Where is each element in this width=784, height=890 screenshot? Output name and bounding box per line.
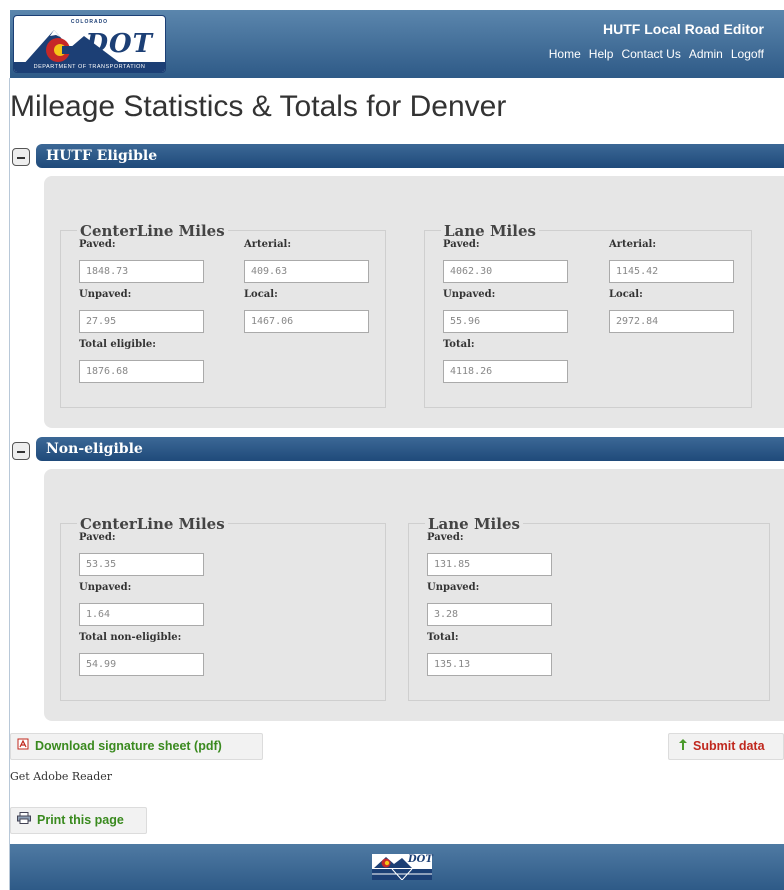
eligible-cl-total-label: Total eligible:: [79, 339, 156, 350]
eligible-collapse-icon[interactable]: [12, 148, 30, 166]
eligible-lane-arterial-label: Arterial:: [609, 239, 657, 250]
eligible-lane-total-label: Total:: [443, 339, 475, 350]
app-title: HUTF Local Road Editor: [603, 21, 764, 37]
logo-bottom-text: DEPARTMENT OF TRANSPORTATION: [14, 62, 165, 72]
noneligible-collapse-icon[interactable]: [12, 442, 30, 460]
eligible-cl-unpaved-label: Unpaved:: [79, 289, 132, 300]
noneligible-lane-total-field[interactable]: 135.13: [427, 653, 552, 676]
eligible-cl-total-field[interactable]: 1876.68: [79, 360, 204, 383]
noneligible-cl-unpaved-label: Unpaved:: [79, 582, 132, 593]
eligible-lane-local-label: Local:: [609, 289, 643, 300]
eligible-section-header[interactable]: HUTF Eligible: [36, 144, 784, 168]
noneligible-lane-legend: Lane Miles: [425, 515, 523, 533]
nav-help[interactable]: Help: [589, 47, 614, 61]
footer-logo-text: DOT: [408, 854, 433, 865]
site-footer: DOT: [10, 844, 784, 890]
main-nav: Home Help Contact Us Admin Logoff: [549, 47, 764, 61]
noneligible-cl-total-field[interactable]: 54.99: [79, 653, 204, 676]
eligible-cl-local-field[interactable]: 1467.06: [244, 310, 369, 333]
get-adobe-reader-link[interactable]: Get Adobe Reader: [10, 770, 112, 783]
eligible-cl-local-label: Local:: [244, 289, 278, 300]
noneligible-cl-paved-label: Paved:: [79, 532, 116, 543]
eligible-lane-local-field[interactable]: 2972.84: [609, 310, 734, 333]
noneligible-lane-total-label: Total:: [427, 632, 459, 643]
noneligible-lane-paved-field[interactable]: 131.85: [427, 553, 552, 576]
eligible-lane-group: Lane Miles Paved: 4062.30 Arterial: 1145…: [424, 222, 752, 408]
pdf-icon: [17, 734, 29, 759]
arrow-up-icon: [679, 734, 687, 759]
nav-home[interactable]: Home: [549, 47, 581, 61]
eligible-lane-unpaved-field[interactable]: 55.96: [443, 310, 568, 333]
page-left-border: [9, 78, 10, 890]
nav-contact-us[interactable]: Contact Us: [621, 47, 680, 61]
eligible-cl-paved-field[interactable]: 1848.73: [79, 260, 204, 283]
eligible-lane-paved-field[interactable]: 4062.30: [443, 260, 568, 283]
eligible-panel: CenterLine Miles Paved: 1848.73 Arterial…: [44, 176, 784, 428]
printer-icon: [17, 808, 31, 833]
noneligible-centerline-legend: CenterLine Miles: [77, 515, 228, 533]
submit-data-label: Submit data: [693, 739, 765, 753]
eligible-lane-total-field[interactable]: 4118.26: [443, 360, 568, 383]
eligible-centerline-group: CenterLine Miles Paved: 1848.73 Arterial…: [60, 222, 386, 408]
eligible-lane-legend: Lane Miles: [441, 222, 539, 240]
noneligible-lane-group: Lane Miles Paved: 131.85 Unpaved: 3.28 T…: [408, 515, 770, 701]
eligible-lane-unpaved-label: Unpaved:: [443, 289, 496, 300]
footer-cdot-logo: DOT: [372, 854, 433, 881]
print-page-button[interactable]: Print this page: [10, 807, 147, 834]
eligible-cl-paved-label: Paved:: [79, 239, 116, 250]
eligible-lane-arterial-field[interactable]: 1145.42: [609, 260, 734, 283]
noneligible-lane-paved-label: Paved:: [427, 532, 464, 543]
eligible-centerline-legend: CenterLine Miles: [77, 222, 228, 240]
eligible-cl-arterial-label: Arterial:: [244, 239, 292, 250]
nav-admin[interactable]: Admin: [689, 47, 723, 61]
submit-data-button[interactable]: Submit data: [668, 733, 784, 760]
noneligible-lane-unpaved-field[interactable]: 3.28: [427, 603, 552, 626]
eligible-lane-paved-label: Paved:: [443, 239, 480, 250]
page-title: Mileage Statistics & Totals for Denver: [10, 90, 507, 123]
logo-main-text: DOT: [85, 29, 153, 59]
download-signature-button[interactable]: Download signature sheet (pdf): [10, 733, 263, 760]
noneligible-section-header[interactable]: Non-eligible: [36, 437, 784, 461]
noneligible-panel: CenterLine Miles Paved: 53.35 Unpaved: 1…: [44, 469, 784, 721]
noneligible-cl-paved-field[interactable]: 53.35: [79, 553, 204, 576]
print-page-label: Print this page: [37, 813, 124, 827]
noneligible-lane-unpaved-label: Unpaved:: [427, 582, 480, 593]
noneligible-centerline-group: CenterLine Miles Paved: 53.35 Unpaved: 1…: [60, 515, 386, 701]
download-signature-label: Download signature sheet (pdf): [35, 739, 222, 753]
nav-logoff[interactable]: Logoff: [731, 47, 764, 61]
eligible-cl-arterial-field[interactable]: 409.63: [244, 260, 369, 283]
site-header: COLORADO DOT DEPARTMENT OF TRANSPORTATIO…: [10, 10, 784, 78]
noneligible-cl-unpaved-field[interactable]: 1.64: [79, 603, 204, 626]
cdot-logo[interactable]: COLORADO DOT DEPARTMENT OF TRANSPORTATIO…: [13, 15, 166, 73]
noneligible-cl-total-label: Total non-eligible:: [79, 632, 182, 643]
eligible-cl-unpaved-field[interactable]: 27.95: [79, 310, 204, 333]
